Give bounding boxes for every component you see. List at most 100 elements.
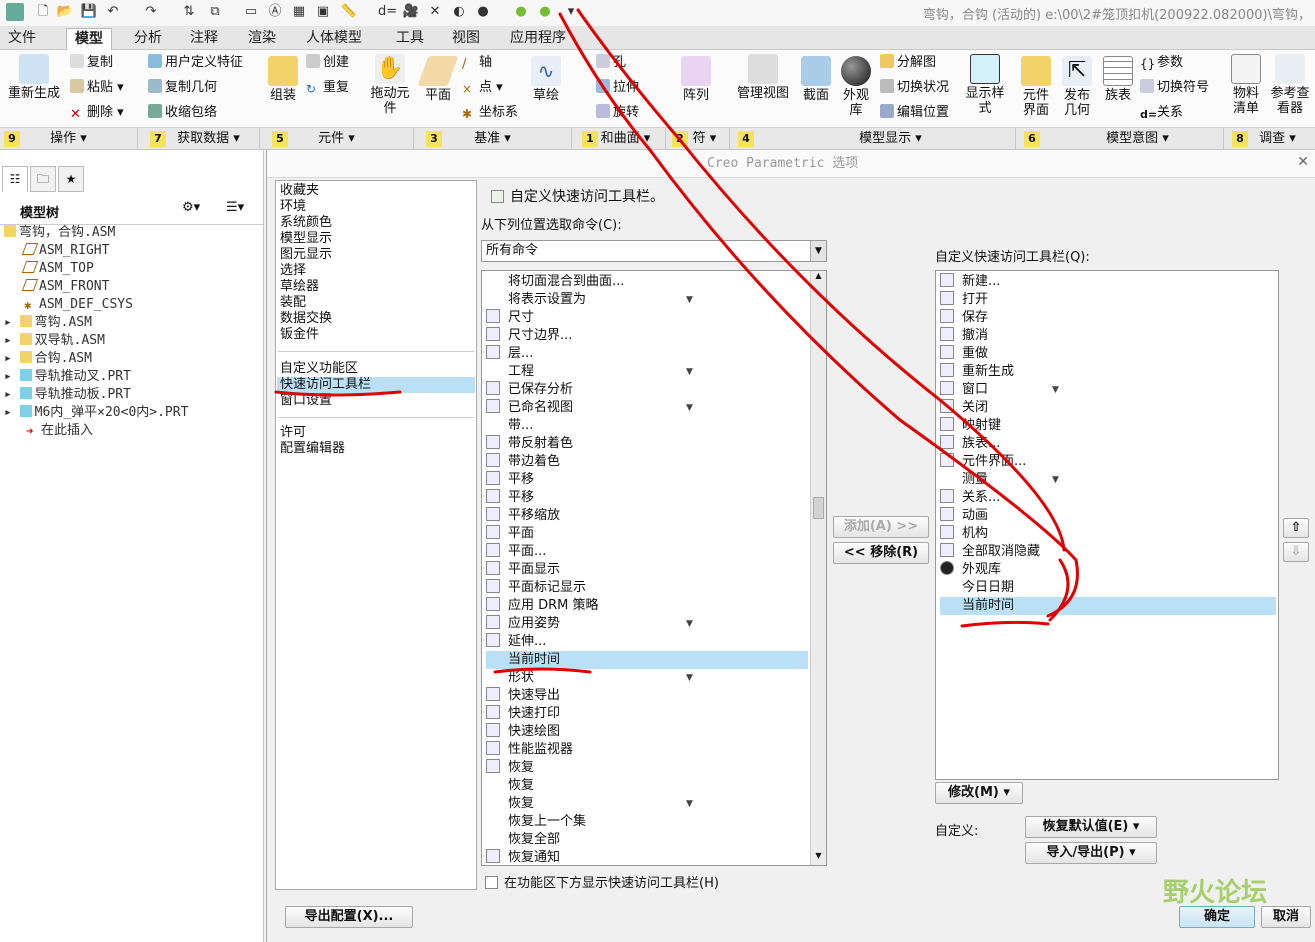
qat-item[interactable]: 保存 <box>940 309 1276 327</box>
unhide-all-icon[interactable]: ◐ <box>450 3 468 21</box>
copy-geometry-button[interactable]: 复制几何 <box>148 79 217 97</box>
command-item[interactable]: 恢复 ▼ <box>486 795 808 813</box>
tab-tools[interactable]: 工具 <box>388 28 432 50</box>
tab-manikin[interactable]: 人体模型 <box>298 28 370 50</box>
section-button[interactable]: 截面 <box>798 56 834 103</box>
edit-position-button[interactable]: 编辑位置 <box>880 104 949 122</box>
publish-geometry-button[interactable]: ⇱ 发布几何 <box>1058 56 1096 118</box>
group-model-display[interactable]: 模型显示 ▾ <box>766 128 1016 150</box>
scroll-thumb[interactable] <box>813 497 824 519</box>
tree-item-part[interactable]: ▸ 导轨推动板.PRT <box>4 386 131 404</box>
sketch-button[interactable]: ∿ 草绘 <box>526 56 566 103</box>
command-item[interactable]: 带边着色 <box>486 453 808 471</box>
parameters-button[interactable]: {} 参数 <box>1140 54 1183 72</box>
animation-icon[interactable]: 🎥 <box>402 3 420 21</box>
import-export-button[interactable]: 导入/导出(P) ▾ <box>1025 842 1157 864</box>
switch-symbols-button[interactable]: 切换符号 <box>1140 79 1209 97</box>
qat-commands-list[interactable]: 新建... 打开 保存 撤消 重做 重新生成 窗口 ▼ 关闭 映射键 族表... 元件界面... 测量 ▼… <box>935 270 1279 780</box>
command-item[interactable]: 尺寸 <box>486 309 808 327</box>
command-source-select[interactable]: 所有命令 ▼ <box>481 240 827 262</box>
pattern-button[interactable]: 阵列 <box>676 56 716 103</box>
toggle-status-button[interactable]: 切换状况 <box>880 79 949 97</box>
tab-view[interactable]: 视图 <box>444 28 488 50</box>
tree-item-datum-plane[interactable]: ASM_RIGHT <box>21 242 109 260</box>
modify-button[interactable]: 修改(M) ▾ <box>935 782 1023 804</box>
command-item[interactable]: 应用姿势 ▼ <box>486 615 808 633</box>
qat-item[interactable]: 族表... <box>940 435 1276 453</box>
command-item[interactable]: 快速导出 <box>486 687 808 705</box>
move-down-button[interactable]: ⇩ <box>1283 542 1309 562</box>
command-item[interactable]: 平面标记显示 <box>486 579 808 597</box>
exploded-view-button[interactable]: 分解图 <box>880 54 936 72</box>
measure-icon[interactable]: 📏 <box>340 3 358 21</box>
command-item[interactable]: 平移 <box>486 489 808 507</box>
scroll-down-icon[interactable]: ▼ <box>811 851 826 865</box>
reference-viewer-button[interactable]: 参考查看器 <box>1268 54 1312 116</box>
date-icon[interactable]: ● <box>512 3 530 21</box>
csys-button[interactable]: ✱ 坐标系 <box>462 104 518 122</box>
axis-button[interactable]: / 轴 <box>462 54 492 72</box>
export-config-button[interactable]: 导出配置(X)... <box>285 906 413 928</box>
redo-icon[interactable]: ↷ <box>142 3 160 21</box>
undo-icon[interactable]: ↶ <box>104 3 122 21</box>
tree-item-csys[interactable]: ✱ ASM_DEF_CSYS <box>24 296 133 314</box>
qat-item[interactable]: 新建... <box>940 273 1276 291</box>
plane-button[interactable]: 平面 <box>417 56 459 103</box>
available-commands-list[interactable]: 将切面混合到曲面... 将表示设置为 ▼ 尺寸 尺寸边界... 层... 工程 ▼ 已保存分析已… <box>481 270 827 866</box>
create-button[interactable]: 创建 <box>306 54 349 72</box>
display-style-button[interactable]: 显示样式 <box>962 54 1008 116</box>
add-button[interactable]: 添加(A) >> <box>833 516 929 538</box>
command-item[interactable]: 快速绘图 <box>486 723 808 741</box>
tree-item-insert-here[interactable]: ➜ 在此插入 <box>26 422 93 440</box>
tab-applications[interactable]: 应用程序 <box>502 28 574 50</box>
show-below-ribbon-checkbox[interactable]: 在功能区下方显示快速访问工具栏(H) <box>485 872 719 891</box>
command-item[interactable]: 平移缩放 <box>486 507 808 525</box>
tree-item-root[interactable]: 弯钩，合钩.ASM <box>4 224 115 242</box>
command-item[interactable]: 平面显示 <box>486 561 808 579</box>
tab-file[interactable]: 文件 <box>0 28 44 50</box>
category-model-display[interactable]: 模型显示 <box>280 231 332 247</box>
regenerate-button[interactable]: 重新生成 <box>4 54 64 101</box>
qat-item[interactable]: 元件界面... <box>940 453 1276 471</box>
command-item[interactable]: 形状 ▼ <box>486 669 808 687</box>
paste-button[interactable]: 粘贴 ▾ <box>70 79 124 97</box>
group-investigate[interactable]: 8 调查 ▾ <box>1224 128 1315 150</box>
component-interface-icon[interactable]: ▣ <box>314 3 332 21</box>
tree-item-part[interactable]: ▸ 导轨推动叉.PRT <box>4 368 131 386</box>
category-config-editor[interactable]: 配置编辑器 <box>280 441 345 457</box>
command-item[interactable]: 将切面混合到曲面... <box>486 273 808 291</box>
udf-button[interactable]: 用户定义特征 <box>148 54 243 72</box>
time-icon[interactable]: ● <box>536 3 554 21</box>
tree-item-subassembly[interactable]: ▸ 弯钩.ASM <box>4 314 92 332</box>
category-sketcher[interactable]: 草绘器 <box>280 279 319 295</box>
folder-browser-tab[interactable]: 🗀 <box>30 166 56 192</box>
group-component[interactable]: 5 元件 ▾ <box>260 128 414 150</box>
command-item[interactable]: 将表示设置为 ▼ <box>486 291 808 309</box>
qat-item[interactable]: 关系... <box>940 489 1276 507</box>
component-interface-button[interactable]: 元件界面 <box>1018 56 1054 118</box>
tab-analysis[interactable]: 分析 <box>126 28 170 50</box>
command-item[interactable]: 带... <box>486 417 808 435</box>
group-model-intent[interactable]: 模型意图 ▾ <box>1052 128 1224 150</box>
command-item[interactable]: 恢复 <box>486 759 808 777</box>
command-item[interactable]: 已命名视图 ▼ <box>486 399 808 417</box>
new-icon[interactable]: 🗋 <box>34 3 52 21</box>
category-licensing[interactable]: 许可 <box>280 425 306 441</box>
tab-model[interactable]: 模型 <box>66 28 112 50</box>
tree-show-icon[interactable]: ☰▾ <box>226 200 244 215</box>
command-item[interactable]: 平移 <box>486 471 808 489</box>
group-shapes[interactable]: 1 和曲面 ▾ <box>572 128 666 150</box>
category-system-colors[interactable]: 系统颜色 <box>280 215 332 231</box>
extrude-button[interactable]: 拉伸 <box>596 79 639 97</box>
tab-render[interactable]: 渲染 <box>240 28 284 50</box>
appearance-gallery-button[interactable]: 外观库 <box>836 56 876 118</box>
drag-components-button[interactable]: ✋ 拖动元件 <box>370 54 410 116</box>
category-selection[interactable]: 选择 <box>280 263 306 279</box>
move-up-button[interactable]: ⇧ <box>1283 518 1309 538</box>
model-tree-tab[interactable]: ☷ <box>2 166 28 192</box>
qat-item[interactable]: 撤消 <box>940 327 1276 345</box>
command-item[interactable]: 延伸... <box>486 633 808 651</box>
category-quick-access-toolbar[interactable]: 快速访问工具栏 <box>277 377 475 393</box>
assemble-button[interactable]: 组装 <box>262 56 304 103</box>
qat-item[interactable]: 测量 ▼ <box>940 471 1276 489</box>
